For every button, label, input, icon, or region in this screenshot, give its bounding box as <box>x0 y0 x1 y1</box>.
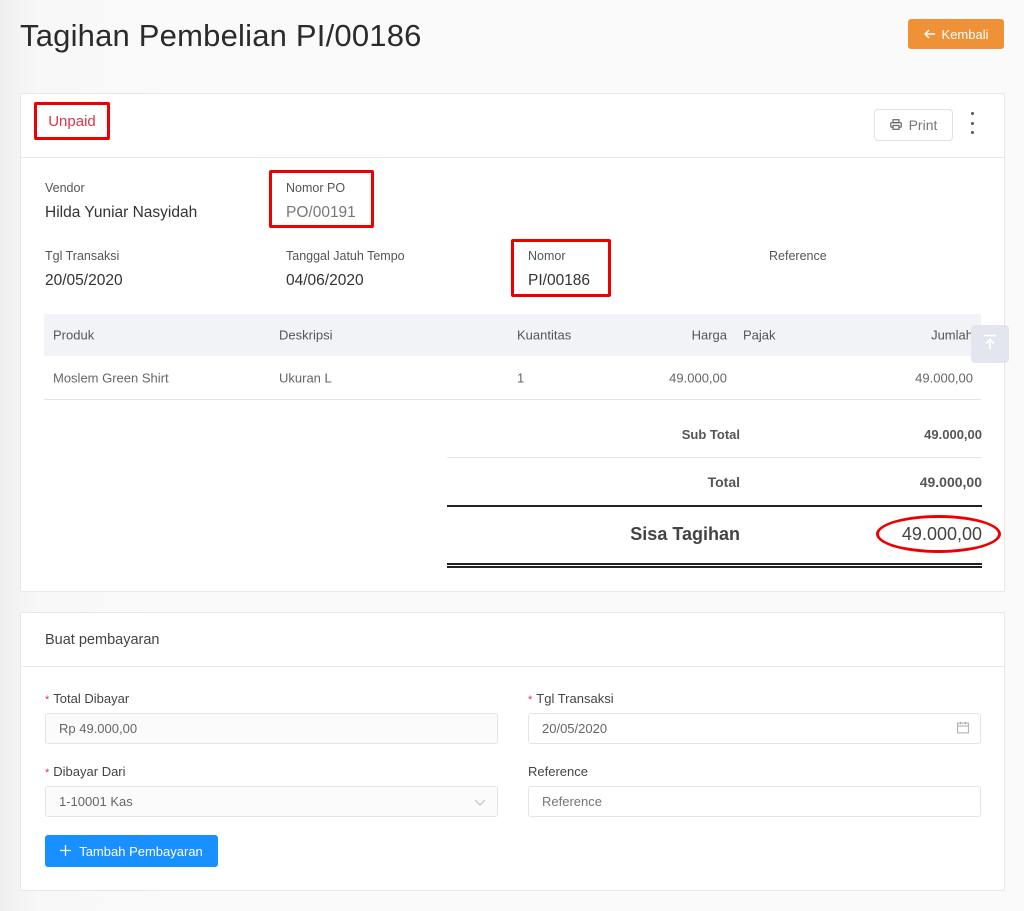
double-divider-top <box>447 563 982 565</box>
line-items-table: Produk Deskripsi Kuantitas Harga Pajak J… <box>44 314 981 400</box>
required-mark: * <box>45 694 50 706</box>
invoice-number-value: PI/00186 <box>528 272 591 289</box>
subtotal-value: 49.000,00 <box>924 427 982 442</box>
invoice-card-header: Unpaid Print <box>21 94 1004 158</box>
header-price: Harga <box>691 327 727 343</box>
amount-paid-label: * Total Dibayar <box>45 691 130 706</box>
due-date-label: Tanggal Jatuh Tempo <box>286 249 405 263</box>
invoice-number-label: Nomor <box>528 249 566 263</box>
transaction-date-label: Tgl Transaksi <box>45 249 120 263</box>
vendor-label: Vendor <box>45 181 85 195</box>
double-divider-bottom <box>447 566 982 568</box>
table-header: Produk Deskripsi Kuantitas Harga Pajak J… <box>44 314 981 356</box>
row-product: Moslem Green Shirt <box>53 370 169 385</box>
paid-from-select[interactable]: 1-10001 Kas <box>45 786 498 817</box>
status-text: Unpaid <box>48 112 96 130</box>
header-product: Produk <box>53 327 95 343</box>
reference-field: Reference <box>769 249 827 272</box>
payment-reference-label: Reference <box>528 764 588 779</box>
payment-card-header: Buat pembayaran <box>21 613 1004 667</box>
plus-icon <box>60 844 72 859</box>
subtotal-label: Sub Total <box>681 427 740 442</box>
scroll-to-top-button[interactable] <box>971 325 1009 363</box>
row-description: Ukuran L <box>279 370 332 385</box>
header-description: Deskripsi <box>279 327 333 343</box>
vendor-field: Vendor Hilda Yuniar Nasyidah <box>45 181 197 222</box>
more-options-icon[interactable] <box>964 112 980 134</box>
due-date-value: 04/06/2020 <box>286 272 364 289</box>
arrow-up-icon <box>983 334 997 355</box>
arrow-left-icon <box>923 27 936 42</box>
total-value: 49.000,00 <box>919 474 982 490</box>
required-mark: * <box>45 767 50 779</box>
transaction-date-field: Tgl Transaksi 20/05/2020 <box>45 249 123 290</box>
status-badge: Unpaid <box>34 102 110 140</box>
print-button[interactable]: Print <box>874 109 953 141</box>
header-amount: Jumlah <box>931 327 973 343</box>
due-date-field: Tanggal Jatuh Tempo 04/06/2020 <box>286 249 405 290</box>
back-button-label: Kembali <box>941 26 989 42</box>
header-quantity: Kuantitas <box>517 327 572 343</box>
add-payment-button[interactable]: Tambah Pembayaran <box>45 835 218 867</box>
reference-label: Reference <box>769 249 827 263</box>
calendar-icon[interactable] <box>957 721 969 736</box>
invoice-number-field: Nomor PI/00186 <box>528 249 590 290</box>
amount-paid-input[interactable]: Rp 49.000,00 <box>45 713 498 744</box>
required-mark: * <box>528 694 533 706</box>
back-button[interactable]: Kembali <box>908 19 1004 49</box>
payment-date-label: * Tgl Transaksi <box>528 691 614 706</box>
invoice-card: Unpaid Print Vendor Hilda Yuniar Nasyida… <box>20 93 1005 592</box>
paid-from-label: * Dibayar Dari <box>45 764 126 779</box>
table-row: Moslem Green Shirt Ukuran L 1 49.000,00 … <box>44 356 981 400</box>
divider-thick <box>447 505 982 507</box>
print-button-label: Print <box>908 117 938 133</box>
po-number-field: Nomor PO PO/00191 <box>286 181 356 222</box>
po-number-label: Nomor PO <box>286 181 346 195</box>
page-title: Tagihan Pembelian PI/00186 <box>20 18 422 53</box>
highlight-ellipse-balance <box>876 515 1001 553</box>
row-quantity: 1 <box>517 370 525 385</box>
payment-card: Buat pembayaran * Total Dibayar Rp 49.000… <box>20 612 1005 891</box>
row-amount: 49.000,00 <box>915 370 973 385</box>
transaction-date-value: 20/05/2020 <box>45 272 123 289</box>
add-payment-label: Tambah Pembayaran <box>79 843 203 859</box>
printer-icon <box>889 117 902 133</box>
chevron-down-icon <box>474 794 486 809</box>
balance-label: Sisa Tagihan <box>630 524 740 544</box>
header-tax: Pajak <box>743 327 776 343</box>
payment-date-input[interactable]: 20/05/2020 <box>528 713 981 744</box>
divider <box>447 457 982 458</box>
payment-title: Buat pembayaran <box>45 632 160 648</box>
total-label: Total <box>707 474 740 490</box>
payment-reference-input[interactable] <box>528 786 981 817</box>
vendor-value: Hilda Yuniar Nasyidah <box>45 204 198 221</box>
row-price: 49.000,00 <box>669 370 727 385</box>
po-number-value[interactable]: PO/00191 <box>286 204 356 222</box>
